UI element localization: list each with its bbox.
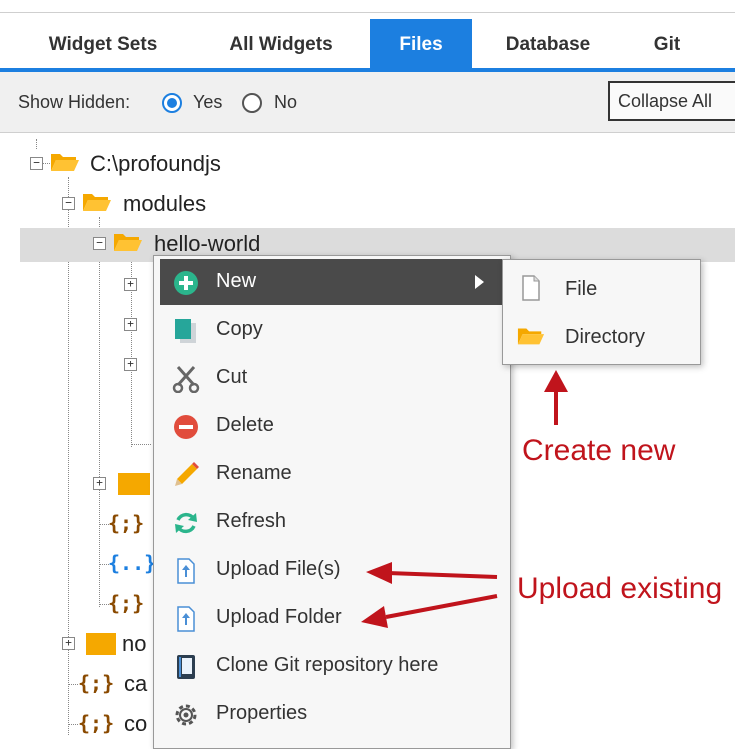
menu-item-label: Rename: [216, 462, 292, 484]
collapse-all-button[interactable]: Collapse All: [608, 81, 735, 121]
tree-item-modules[interactable]: modules: [123, 191, 206, 217]
menu-item-upload-files[interactable]: Upload File(s): [154, 547, 510, 593]
menu-item-clone-git[interactable]: Clone Git repository here: [154, 643, 510, 689]
menu-item-label: Upload Folder: [216, 606, 342, 628]
submenu-arrow-icon: [475, 275, 484, 289]
tree-line: [68, 684, 78, 685]
delete-icon: [174, 415, 198, 439]
show-hidden-yes-label[interactable]: Yes: [193, 92, 222, 113]
show-hidden-label: Show Hidden:: [18, 92, 131, 112]
tree-line: [42, 163, 50, 164]
folder-open-icon: [51, 154, 79, 171]
folder-icon: [118, 473, 150, 495]
menu-item-properties[interactable]: Properties: [154, 691, 510, 737]
tree-line: [99, 217, 100, 607]
menu-item-label: Properties: [216, 702, 308, 724]
context-menu: New Copy Cut Delete Rename Refresh Uploa…: [153, 255, 511, 749]
tab-git[interactable]: Git: [622, 19, 712, 71]
menu-item-cut[interactable]: Cut: [154, 355, 510, 401]
menu-item-delete[interactable]: Delete: [154, 403, 510, 449]
tab-database[interactable]: Database: [478, 19, 618, 71]
tree-item-partial[interactable]: ca: [124, 671, 147, 697]
git-repo-icon: [177, 655, 195, 679]
menu-item-new[interactable]: New: [160, 259, 502, 305]
tree-line: [68, 724, 78, 725]
submenu-item-file[interactable]: File: [503, 264, 700, 312]
menu-item-label: Cut: [216, 366, 248, 388]
upload-file-icon: [177, 558, 195, 584]
folder-icon: [86, 633, 116, 655]
scissors-icon: [172, 366, 200, 393]
json-file-icon: {;}: [108, 591, 145, 615]
tree-item-partial[interactable]: co: [124, 711, 147, 737]
tab-widget-sets[interactable]: Widget Sets: [18, 19, 188, 71]
tree-item-hello-world[interactable]: hello-world: [154, 231, 260, 257]
collapse-icon[interactable]: −: [62, 197, 75, 210]
folder-open-icon: [517, 328, 545, 345]
folder-open-icon: [83, 194, 111, 211]
js-file-icon: {..}: [108, 551, 157, 575]
json-file-icon: {;}: [108, 511, 145, 535]
expand-icon[interactable]: +: [124, 358, 137, 371]
tree-item-partial[interactable]: no: [122, 631, 146, 657]
tree-line: [36, 139, 37, 149]
show-hidden-yes-radio[interactable]: [162, 93, 182, 113]
folder-open-icon: [114, 234, 142, 251]
new-submenu: File Directory: [502, 259, 701, 365]
tab-files[interactable]: Files: [370, 19, 472, 71]
expand-icon[interactable]: +: [124, 278, 137, 291]
submenu-item-label: File: [565, 278, 598, 300]
menu-item-label: Refresh: [216, 510, 287, 532]
tab-all-widgets[interactable]: All Widgets: [196, 19, 366, 71]
refresh-icon: [175, 512, 197, 534]
file-icon: [522, 275, 540, 301]
submenu-item-directory[interactable]: Directory: [503, 312, 700, 360]
copy-icon: [175, 319, 196, 343]
files-toolbar: Show Hidden: Yes No Collapse All: [0, 72, 735, 133]
menu-item-label: Copy: [216, 318, 263, 340]
submenu-item-label: Directory: [565, 326, 646, 348]
menu-item-label: New: [216, 270, 257, 292]
tab-bar: Widget Sets All Widgets Files Database G…: [0, 13, 735, 71]
show-hidden-no-label[interactable]: No: [274, 92, 297, 113]
menu-item-label: Clone Git repository here: [216, 654, 439, 676]
menu-item-upload-folder[interactable]: Upload Folder: [154, 595, 510, 641]
gear-icon: [175, 704, 197, 726]
collapse-icon[interactable]: −: [93, 237, 106, 250]
tree-item-root[interactable]: C:\profoundjs: [90, 151, 221, 177]
pencil-icon: [175, 462, 199, 486]
show-hidden-no-radio[interactable]: [242, 93, 262, 113]
menu-item-label: Delete: [216, 414, 274, 436]
top-strip: [0, 0, 735, 12]
annotation-upload-existing: Upload existing: [517, 572, 723, 605]
menu-item-rename[interactable]: Rename: [154, 451, 510, 497]
annotation-create-new: Create new: [522, 434, 676, 467]
upload-folder-icon: [177, 606, 195, 632]
menu-item-label: Upload File(s): [216, 558, 341, 580]
plus-circle-icon: [174, 271, 198, 295]
menu-item-refresh[interactable]: Refresh: [154, 499, 510, 545]
menu-item-copy[interactable]: Copy: [154, 307, 510, 353]
tree-line: [131, 444, 151, 445]
expand-icon[interactable]: +: [93, 477, 106, 490]
expand-icon[interactable]: +: [62, 637, 75, 650]
expand-icon[interactable]: +: [124, 318, 137, 331]
json-file-icon: {;}: [78, 711, 115, 735]
json-file-icon: {;}: [78, 671, 115, 695]
